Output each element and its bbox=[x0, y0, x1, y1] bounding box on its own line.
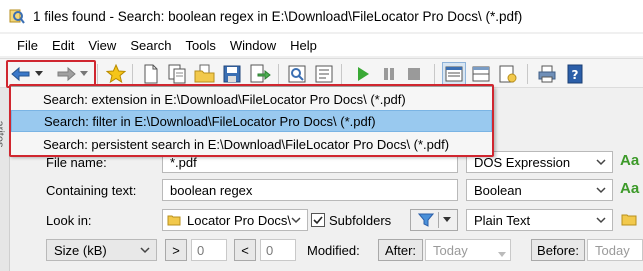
split-view-icon[interactable] bbox=[469, 62, 493, 86]
play-icon[interactable] bbox=[351, 62, 375, 86]
stop-icon[interactable] bbox=[402, 62, 426, 86]
menu-edit[interactable]: Edit bbox=[45, 38, 81, 53]
folder-icon bbox=[167, 213, 181, 227]
modified-label: Modified: bbox=[307, 243, 360, 258]
side-tab-label: arites bbox=[0, 120, 6, 148]
subfolders-checkbox[interactable] bbox=[311, 213, 325, 227]
menu-file[interactable]: File bbox=[10, 38, 45, 53]
size-less-than-button[interactable]: < bbox=[234, 239, 256, 261]
chevron-down-icon bbox=[498, 246, 506, 261]
criteria-list-icon[interactable] bbox=[312, 62, 336, 86]
open-folder-icon[interactable] bbox=[193, 62, 217, 86]
toolbar-separator bbox=[132, 64, 133, 84]
match-case-icon[interactable]: Aa bbox=[620, 180, 639, 197]
export-icon[interactable] bbox=[248, 62, 272, 86]
settings-icon[interactable] bbox=[496, 62, 520, 86]
save-icon[interactable] bbox=[220, 62, 244, 86]
funnel-icon bbox=[417, 213, 434, 227]
containing-text-mode-value: Boolean bbox=[474, 182, 522, 198]
results-view-icon[interactable] bbox=[442, 62, 466, 86]
pause-icon[interactable] bbox=[377, 62, 401, 86]
help-icon[interactable]: ? bbox=[563, 62, 587, 86]
favorite-star-icon[interactable] bbox=[104, 62, 128, 86]
look-in-label: Look in: bbox=[46, 213, 92, 228]
menu-bar: File Edit View Search Tools Window Help bbox=[0, 34, 643, 56]
text-mode-value: Plain Text bbox=[474, 212, 531, 228]
before-date-field[interactable]: Today bbox=[587, 239, 643, 261]
match-case-icon[interactable]: Aa bbox=[620, 152, 639, 169]
after-date-field[interactable]: Today bbox=[425, 239, 511, 261]
print-icon[interactable] bbox=[535, 62, 559, 86]
size-max-value: 0 bbox=[266, 242, 274, 258]
after-button[interactable]: After: bbox=[378, 239, 423, 261]
size-greater-than-button[interactable]: > bbox=[165, 239, 187, 261]
containing-text-field[interactable]: boolean regex bbox=[162, 179, 458, 201]
chevron-down-icon bbox=[140, 243, 150, 257]
toolbar-separator bbox=[278, 64, 279, 84]
containing-text-mode-select[interactable]: Boolean bbox=[466, 179, 613, 201]
popup-highlight-box bbox=[9, 84, 494, 157]
chevron-down-icon bbox=[291, 213, 301, 227]
size-min-field[interactable]: 0 bbox=[191, 239, 227, 261]
title-bar: 1 files found - Search: boolean regex in… bbox=[0, 0, 643, 32]
app-magnifier-icon bbox=[9, 8, 25, 24]
menu-view[interactable]: View bbox=[81, 38, 123, 53]
new-document-icon[interactable] bbox=[139, 62, 163, 86]
search-criteria-icon[interactable] bbox=[285, 62, 309, 86]
file-name-label: File name: bbox=[46, 155, 107, 170]
toolbar-separator bbox=[527, 64, 528, 84]
chevron-down-icon bbox=[596, 183, 606, 197]
before-button[interactable]: Before: bbox=[531, 239, 585, 261]
before-date-value: Today bbox=[595, 242, 630, 258]
size-unit-select[interactable]: Size (kB) bbox=[46, 239, 157, 261]
forward-arrow-icon[interactable] bbox=[54, 62, 78, 86]
menu-help[interactable]: Help bbox=[283, 38, 324, 53]
text-mode-select[interactable]: Plain Text bbox=[466, 209, 613, 231]
filter-button[interactable] bbox=[410, 209, 458, 231]
size-unit-value: Size (kB) bbox=[54, 242, 107, 258]
look-in-select[interactable]: Locator Pro Docs\ bbox=[162, 209, 308, 231]
toolbar-separator bbox=[341, 64, 342, 84]
menu-tools[interactable]: Tools bbox=[179, 38, 223, 53]
size-min-value: 0 bbox=[197, 242, 205, 258]
menu-window[interactable]: Window bbox=[223, 38, 283, 53]
containing-text-label: Containing text: bbox=[46, 183, 137, 198]
containing-text-value: boolean regex bbox=[170, 182, 253, 198]
copy-document-icon[interactable] bbox=[165, 62, 189, 86]
size-max-field[interactable]: 0 bbox=[260, 239, 296, 261]
forward-dropdown-icon[interactable] bbox=[78, 62, 90, 86]
chevron-down-icon bbox=[442, 217, 451, 222]
subfolders-label: Subfolders bbox=[329, 213, 392, 228]
chevron-down-icon bbox=[596, 155, 606, 169]
window-title: 1 files found - Search: boolean regex in… bbox=[33, 8, 523, 24]
menu-search[interactable]: Search bbox=[123, 38, 178, 53]
look-in-value: Locator Pro Docs\ bbox=[187, 212, 292, 228]
chevron-down-icon bbox=[596, 213, 606, 227]
toolbar-separator bbox=[97, 64, 98, 84]
after-date-value: Today bbox=[433, 242, 468, 258]
browse-folder-icon[interactable] bbox=[621, 212, 637, 229]
toolbar-separator bbox=[434, 64, 435, 84]
svg-text:?: ? bbox=[572, 68, 579, 82]
